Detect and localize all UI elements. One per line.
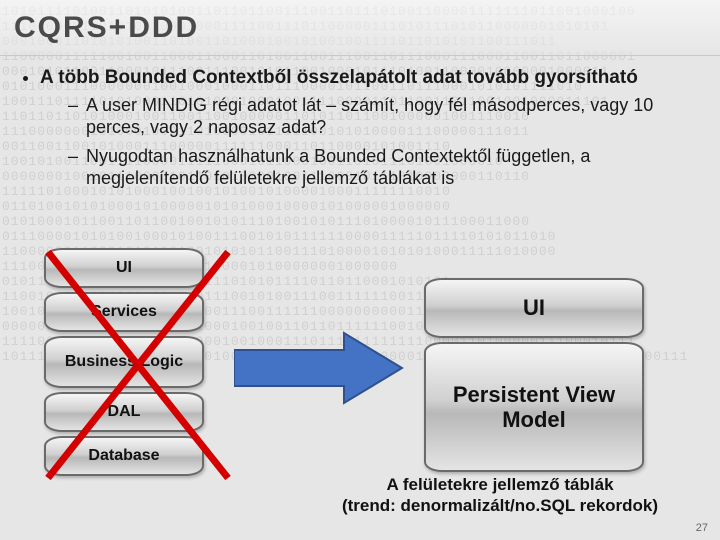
layer-ui: UI bbox=[44, 248, 204, 288]
page-number: 27 bbox=[696, 522, 708, 534]
bullet-sub-2: Nyugodtan használhatunk a Bounded Contex… bbox=[68, 145, 702, 190]
layer-database: Database bbox=[44, 436, 204, 476]
right-layer-stack: UI Persistent View Model bbox=[424, 278, 644, 476]
bullet-content: A több Bounded Contextből összelapátolt … bbox=[18, 66, 702, 196]
layer-ui-right: UI bbox=[424, 278, 644, 338]
title-bar: CQRS+DDD bbox=[0, 0, 720, 56]
slide-root: 1010111101001101010100110110110011100110… bbox=[0, 0, 720, 540]
diagram-area: UI Services Business Logic DAL Database … bbox=[24, 248, 696, 508]
layer-services: Services bbox=[44, 292, 204, 332]
slide-title: CQRS+DDD bbox=[14, 11, 199, 45]
layer-persistent-view-model: Persistent View Model bbox=[424, 342, 644, 472]
bullet-main: A több Bounded Contextből összelapátolt … bbox=[40, 66, 702, 190]
caption-block: A felületekre jellemző táblák (trend: de… bbox=[290, 474, 710, 517]
caption-line-1: A felületekre jellemző táblák bbox=[290, 474, 710, 495]
bullet-sub-1: A user MINDIG régi adatot lát – számít, … bbox=[68, 94, 702, 139]
left-layer-stack: UI Services Business Logic DAL Database bbox=[44, 248, 204, 480]
layer-dal: DAL bbox=[44, 392, 204, 432]
layer-business-logic: Business Logic bbox=[44, 336, 204, 388]
caption-line-2: (trend: denormalizált/no.SQL rekordok) bbox=[290, 495, 710, 516]
arrow-right-icon bbox=[234, 328, 404, 408]
bullet-main-text: A több Bounded Contextből összelapátolt … bbox=[40, 67, 638, 88]
